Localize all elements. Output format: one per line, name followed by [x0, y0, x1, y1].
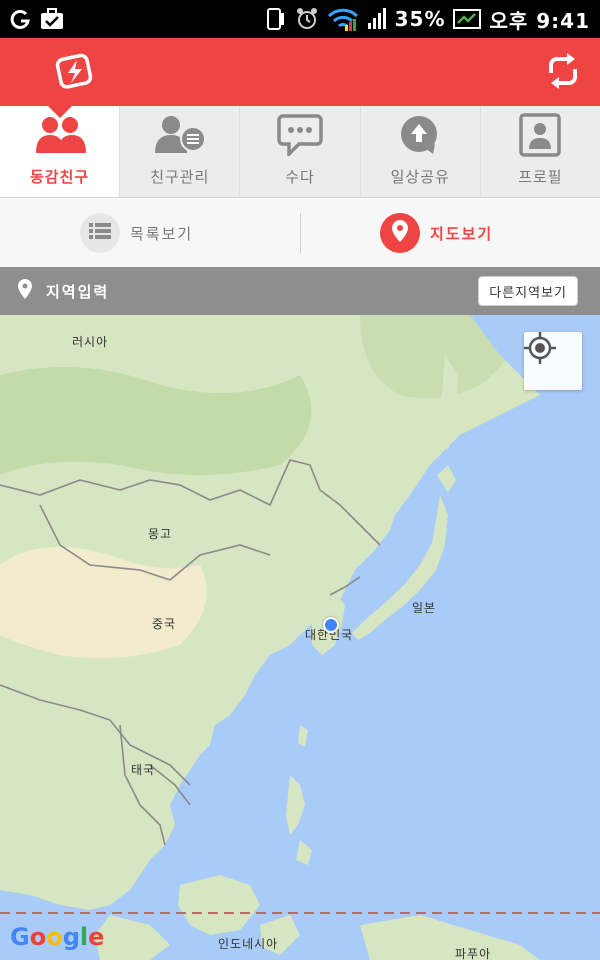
map-label-russia: 러시아 [72, 335, 109, 349]
tab-label: 동감친구 [30, 168, 90, 186]
google-logo: Google [10, 923, 105, 951]
cloud-upload-icon [395, 112, 445, 158]
current-location-marker[interactable] [323, 617, 339, 633]
philippines [286, 775, 305, 835]
map-label-papua: 파푸아 [455, 947, 492, 960]
view-toggle: 목록보기 지도보기 [0, 199, 600, 267]
list-view-button[interactable]: 목록보기 [0, 199, 300, 267]
toggle-divider [300, 213, 301, 253]
carrier-icon [10, 6, 32, 32]
location-pin-icon [18, 279, 32, 303]
battery-icon [453, 6, 482, 32]
profile-icon [519, 112, 562, 158]
battery-bolt-icon [55, 51, 95, 95]
map-terrain [0, 315, 600, 960]
vibrate-icon [263, 6, 287, 32]
philippines-south [296, 840, 312, 865]
chat-bubble-icon [277, 112, 323, 158]
region-input[interactable]: 지역입력 [46, 281, 109, 302]
status-bar-right: 35% 오후 9:41 [263, 5, 590, 34]
tab-chat[interactable]: 수다 [240, 106, 361, 197]
status-bar: 35% 오후 9:41 [0, 0, 600, 38]
hokkaido [437, 465, 456, 493]
tab-profile[interactable]: 프로필 [480, 106, 600, 197]
taiwan [298, 725, 308, 747]
map-pin-icon [392, 220, 408, 246]
refresh-button[interactable] [542, 52, 584, 94]
tab-friend-management[interactable]: 친구관리 [120, 106, 241, 197]
new-guinea [360, 915, 540, 960]
briefcase-check-icon [40, 6, 64, 32]
borneo [178, 875, 260, 935]
map-view-button[interactable]: 지도보기 [300, 199, 600, 267]
status-bar-left [10, 6, 64, 32]
map-label-japan: 일본 [412, 601, 437, 615]
active-tab-caret [48, 106, 72, 118]
screen: 35% 오후 9:41 동감친구 친구관리 수다 일상공유 프로필 목록보기 지… [0, 0, 600, 960]
map-label-mongolia: 몽고 [148, 527, 173, 541]
tab-empathy-friends[interactable]: 동감친구 [0, 106, 121, 197]
tab-label: 프로필 [518, 168, 563, 186]
map-view[interactable]: 러시아 몽고 중국 대한민국 일본 태국 인도네시아 파푸아 Google [0, 315, 600, 960]
map-label-china: 중국 [152, 617, 177, 631]
signal-icon [367, 6, 387, 32]
wifi-icon [327, 6, 359, 32]
my-location-button[interactable] [524, 332, 582, 390]
list-view-circle [80, 213, 120, 253]
clock: 오후 9:41 [489, 8, 590, 33]
map-label-thailand: 태국 [131, 763, 156, 777]
map-label-indonesia: 인도네시아 [218, 937, 279, 951]
friends-icon [34, 112, 86, 158]
refresh-icon [543, 51, 583, 95]
region-bar: 지역입력 다른지역보기 [0, 267, 600, 315]
map-view-circle [380, 213, 420, 253]
tab-label: 친구관리 [150, 168, 210, 186]
sumatra [95, 915, 170, 960]
battery-percent: 35% [394, 7, 446, 31]
friend-list-icon [153, 112, 207, 158]
power-battery-button[interactable] [54, 52, 96, 94]
other-region-button[interactable]: 다른지역보기 [478, 276, 578, 306]
app-header [0, 38, 600, 106]
tab-label: 일상공유 [390, 168, 450, 186]
list-view-label: 목록보기 [130, 224, 194, 243]
map-view-label: 지도보기 [430, 224, 494, 243]
alarm-icon [295, 6, 319, 32]
list-icon [89, 222, 111, 244]
tab-bar: 동감친구 친구관리 수다 일상공유 프로필 [0, 106, 600, 198]
tab-label: 수다 [285, 168, 315, 186]
tab-daily-share[interactable]: 일상공유 [360, 106, 481, 197]
